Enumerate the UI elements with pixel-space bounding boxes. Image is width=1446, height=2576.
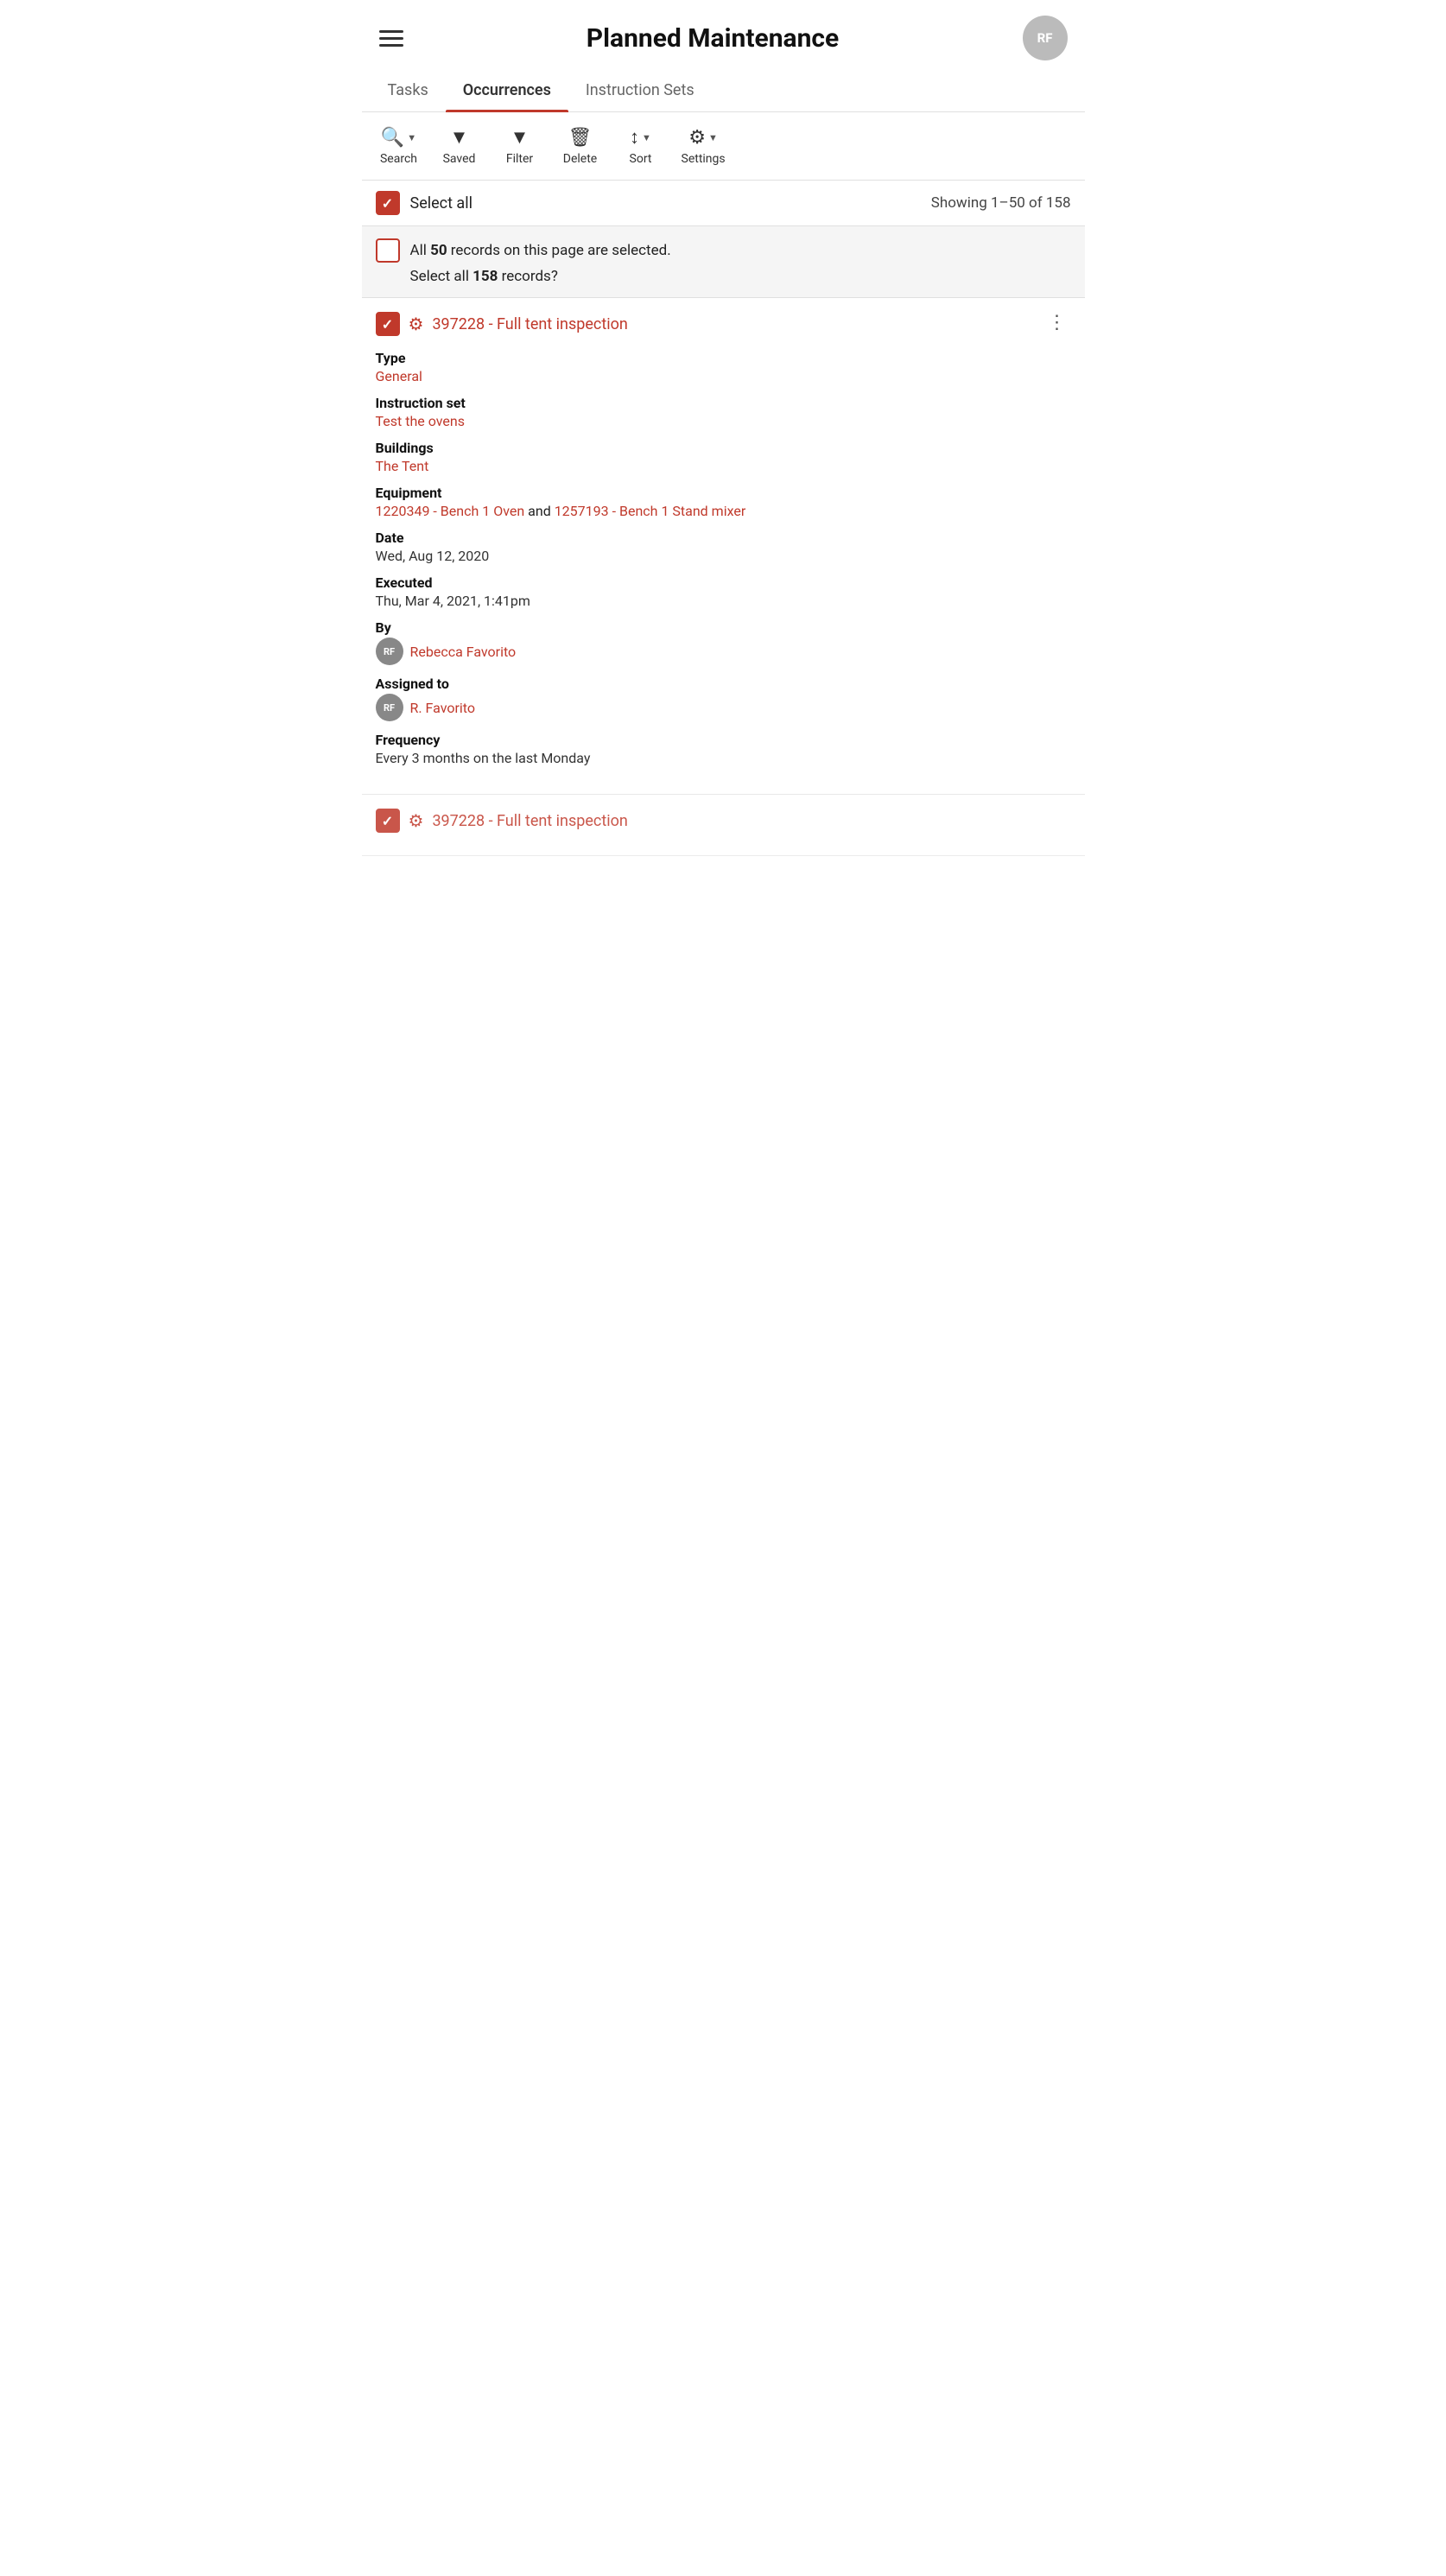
- buildings-value[interactable]: The Tent: [376, 458, 1071, 474]
- instruction-set-label: Instruction set: [376, 395, 1071, 411]
- tab-occurrences[interactable]: Occurrences: [446, 71, 568, 111]
- assigned-row: RF R. Favorito: [376, 694, 1071, 721]
- banner-line1: All 50 records on this page are selected…: [410, 242, 671, 259]
- page-title: Planned Maintenance: [587, 23, 839, 54]
- assigned-avatar: RF: [376, 694, 403, 721]
- sort-button[interactable]: ↕ ▼ Sort: [611, 121, 671, 171]
- by-value[interactable]: Rebecca Favorito: [410, 644, 517, 660]
- field-by: By RF Rebecca Favorito: [376, 619, 1071, 665]
- search-caret-icon: ▼: [407, 132, 416, 143]
- settings-icon: ⚙: [688, 127, 706, 149]
- avatar[interactable]: RF: [1023, 16, 1068, 60]
- delete-icon: 🗑: [568, 127, 593, 149]
- more-options-icon[interactable]: ⋮: [1044, 312, 1071, 333]
- equipment-item2[interactable]: 1257193 - Bench 1 Stand mixer: [555, 503, 746, 519]
- select-all-banner: All 50 records on this page are selected…: [362, 226, 1085, 298]
- record-header: ⚙ 397228 - Full tent inspection ⋮: [376, 312, 1071, 336]
- equipment-value[interactable]: 1220349 - Bench 1 Oven and 1257193 - Ben…: [376, 503, 1071, 519]
- settings-button[interactable]: ⚙ ▼ Settings: [671, 122, 736, 171]
- saved-button[interactable]: ▼ Saved: [429, 121, 490, 171]
- executed-label: Executed: [376, 574, 1071, 591]
- field-date: Date Wed, Aug 12, 2020: [376, 530, 1071, 564]
- date-value: Wed, Aug 12, 2020: [376, 548, 1071, 564]
- menu-icon[interactable]: [379, 30, 403, 47]
- saved-filter-icon: ▼: [450, 126, 469, 149]
- equipment-item1[interactable]: 1220349 - Bench 1 Oven: [376, 503, 525, 519]
- frequency-value: Every 3 months on the last Monday: [376, 750, 1071, 766]
- tabs-bar: Tasks Occurrences Instruction Sets: [362, 71, 1085, 112]
- instruction-set-value[interactable]: Test the ovens: [376, 413, 1071, 429]
- banner-line2: Select all 158 records?: [376, 268, 1071, 285]
- field-frequency: Frequency Every 3 months on the last Mon…: [376, 732, 1071, 766]
- type-label: Type: [376, 350, 1071, 366]
- partial-record-header: ⚙ 397228 - Full tent inspection: [376, 809, 1071, 833]
- sort-icon: ↕: [630, 126, 639, 149]
- search-button[interactable]: 🔍 ▼ Search: [369, 122, 429, 171]
- toolbar: 🔍 ▼ Search ▼ Saved ▼ Filter 🗑 Delete ↕ ▼…: [362, 112, 1085, 181]
- field-type: Type General: [376, 350, 1071, 384]
- tab-instruction-sets[interactable]: Instruction Sets: [568, 71, 712, 111]
- record-card: ⚙ 397228 - Full tent inspection ⋮ Type G…: [362, 298, 1085, 795]
- date-label: Date: [376, 530, 1071, 546]
- field-equipment: Equipment 1220349 - Bench 1 Oven and 125…: [376, 485, 1071, 519]
- partial-record-title[interactable]: 397228 - Full tent inspection: [432, 812, 627, 830]
- buildings-label: Buildings: [376, 440, 1071, 456]
- partial-record-checkbox[interactable]: [376, 809, 400, 833]
- frequency-label: Frequency: [376, 732, 1071, 748]
- assigned-label: Assigned to: [376, 676, 1071, 692]
- record-title[interactable]: 397228 - Full tent inspection: [432, 315, 627, 333]
- equipment-label: Equipment: [376, 485, 1071, 501]
- assigned-value[interactable]: R. Favorito: [410, 700, 475, 716]
- showing-count: Showing 1–50 of 158: [931, 194, 1071, 212]
- filter-button[interactable]: ▼ Filter: [490, 121, 550, 171]
- record-checkbox[interactable]: [376, 312, 400, 336]
- select-all-label: Select all: [410, 194, 472, 213]
- field-executed: Executed Thu, Mar 4, 2021, 1:41pm: [376, 574, 1071, 609]
- field-instruction-set: Instruction set Test the ovens: [376, 395, 1071, 429]
- tab-tasks[interactable]: Tasks: [371, 71, 446, 111]
- delete-button[interactable]: 🗑 Delete: [550, 122, 611, 171]
- by-avatar: RF: [376, 638, 403, 665]
- field-buildings: Buildings The Tent: [376, 440, 1071, 474]
- type-value[interactable]: General: [376, 368, 1071, 384]
- record-card-partial: ⚙ 397228 - Full tent inspection: [362, 795, 1085, 856]
- gear-icon: ⚙: [409, 314, 424, 334]
- partial-gear-icon: ⚙: [409, 810, 424, 831]
- by-label: By: [376, 619, 1071, 636]
- by-row: RF Rebecca Favorito: [376, 638, 1071, 665]
- select-all-records-checkbox[interactable]: [376, 238, 400, 263]
- field-assigned: Assigned to RF R. Favorito: [376, 676, 1071, 721]
- search-icon: 🔍: [381, 127, 404, 149]
- sort-caret-icon: ▼: [642, 132, 651, 143]
- select-all-checkbox[interactable]: [376, 191, 400, 215]
- filter-icon: ▼: [511, 126, 530, 149]
- header: Planned Maintenance RF: [362, 0, 1085, 71]
- executed-value: Thu, Mar 4, 2021, 1:41pm: [376, 593, 1071, 609]
- select-all-bar: Select all Showing 1–50 of 158: [362, 181, 1085, 226]
- settings-caret-icon: ▼: [708, 132, 718, 143]
